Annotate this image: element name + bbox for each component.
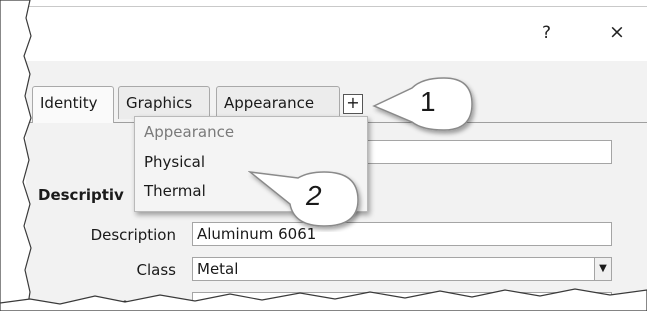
comments-field[interactable] xyxy=(192,292,612,306)
callout-1: 1 xyxy=(372,74,482,138)
section-heading: Descriptiv xyxy=(38,186,124,204)
menu-item-thermal[interactable]: Thermal xyxy=(144,182,206,200)
menu-item-physical[interactable]: Physical xyxy=(144,153,205,171)
menu-item-appearance: Appearance xyxy=(144,123,235,141)
class-dropdown-arrow[interactable]: ▼ xyxy=(594,258,611,280)
callout-1-number: 1 xyxy=(420,86,436,117)
callout-2-number: 2 xyxy=(306,180,322,211)
add-tab-button[interactable]: + xyxy=(343,94,363,114)
tab-identity[interactable]: Identity xyxy=(32,86,114,123)
class-label: Class xyxy=(136,261,176,279)
callout-2: 2 xyxy=(247,164,368,232)
tab-appearance[interactable]: Appearance xyxy=(216,86,340,119)
tab-graphics[interactable]: Graphics xyxy=(118,86,210,119)
comments-label: Comments xyxy=(94,295,176,313)
help-button[interactable]: ? xyxy=(542,23,551,43)
name-field[interactable] xyxy=(360,140,612,164)
class-select[interactable]: Metal xyxy=(192,257,612,281)
title-bar: ? × xyxy=(26,7,647,61)
close-button[interactable]: × xyxy=(609,21,625,43)
description-label: Description xyxy=(90,226,176,244)
